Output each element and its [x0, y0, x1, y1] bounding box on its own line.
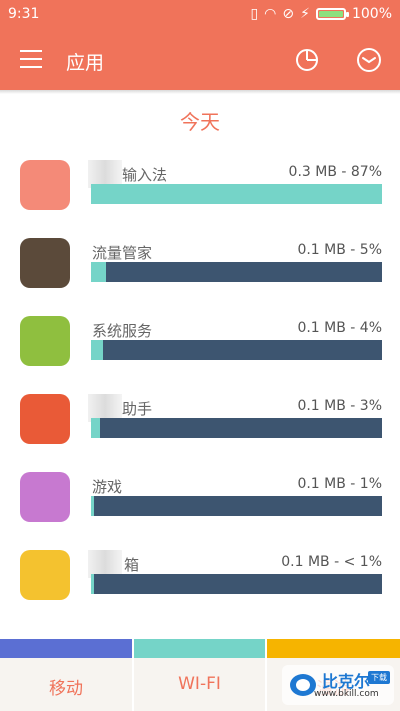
app-name: 输入法	[122, 166, 168, 184]
usage-bar-fill	[91, 496, 95, 516]
app-icon	[20, 550, 70, 600]
usage-bar-fill	[91, 184, 382, 204]
app-row[interactable]: 系统服务 0.1 MB - 4%	[0, 316, 400, 394]
app-row[interactable]: 箱 0.1 MB - < 1%	[0, 550, 400, 628]
usage-bar	[91, 262, 382, 282]
page-title: 应用	[66, 52, 105, 74]
app-bar: 应用	[0, 30, 400, 90]
clock-icon[interactable]	[356, 47, 382, 73]
status-time: 9:31	[8, 6, 40, 22]
app-bar-shadow	[0, 90, 400, 94]
no-signal-icon: ⊘	[282, 6, 295, 22]
app-name: 流量管家	[92, 244, 153, 262]
status-icons: ▯ ◠ ⊘ ⚡ 100%	[250, 6, 392, 22]
tab-mobile-label: 移动	[49, 679, 83, 699]
app-name: 助手	[122, 400, 153, 418]
usage-bar	[91, 574, 382, 594]
app-icon	[20, 238, 70, 288]
usage-bar-fill	[91, 574, 95, 594]
app-icon	[20, 394, 70, 444]
app-row[interactable]: 流量管家 0.1 MB - 5%	[0, 238, 400, 316]
app-usage-value: 0.1 MB - 4%	[297, 320, 382, 336]
app-usage-value: 0.3 MB - 87%	[288, 164, 382, 180]
app-usage-value: 0.1 MB - 3%	[297, 398, 382, 414]
tab-wifi[interactable]: WI-FI	[134, 639, 265, 711]
watermark: 比克尔 下载 www.bkill.com	[282, 665, 394, 705]
battery-icon	[315, 8, 349, 20]
app-icon	[20, 160, 70, 210]
app-usage-value: 0.1 MB - < 1%	[281, 554, 382, 570]
app-row[interactable]: 输入法 0.3 MB - 87%	[0, 160, 400, 238]
app-name: 箱	[124, 556, 140, 574]
menu-icon[interactable]	[20, 50, 42, 68]
usage-bar	[91, 340, 382, 360]
app-name: 系统服务	[92, 322, 153, 340]
charging-icon: ⚡	[300, 6, 310, 22]
usage-bar-fill	[91, 262, 106, 282]
tab-mobile-strip	[0, 639, 132, 658]
tab-mobile[interactable]: 移动	[0, 639, 132, 711]
watermark-url: www.bkill.com	[314, 689, 379, 699]
usage-bar-fill	[91, 418, 100, 438]
app-row[interactable]: 游戏 0.1 MB - 1%	[0, 472, 400, 550]
usage-bar	[91, 184, 382, 204]
usage-bar	[91, 496, 382, 516]
wifi-icon: ◠	[264, 6, 277, 22]
app-icon	[20, 316, 70, 366]
app-usage-value: 0.1 MB - 5%	[297, 242, 382, 258]
app-row[interactable]: 助手 0.1 MB - 3%	[0, 394, 400, 472]
tab-wifi-strip	[134, 639, 265, 658]
pie-chart-icon[interactable]	[294, 47, 320, 73]
usage-bar-fill	[91, 340, 103, 360]
status-bar: 9:31 ▯ ◠ ⊘ ⚡ 100%	[0, 0, 400, 30]
tab-roaming-strip	[267, 639, 400, 658]
usage-bar	[91, 418, 382, 438]
watermark-badge: 下载	[368, 671, 390, 684]
app-icon	[20, 472, 70, 522]
section-title: 今天	[180, 110, 220, 134]
app-name: 游戏	[92, 478, 123, 496]
app-usage-value: 0.1 MB - 1%	[297, 476, 382, 492]
tab-wifi-label: WI-FI	[178, 674, 221, 694]
battery-text: 100%	[351, 6, 392, 22]
vibrate-icon: ▯	[250, 6, 259, 22]
